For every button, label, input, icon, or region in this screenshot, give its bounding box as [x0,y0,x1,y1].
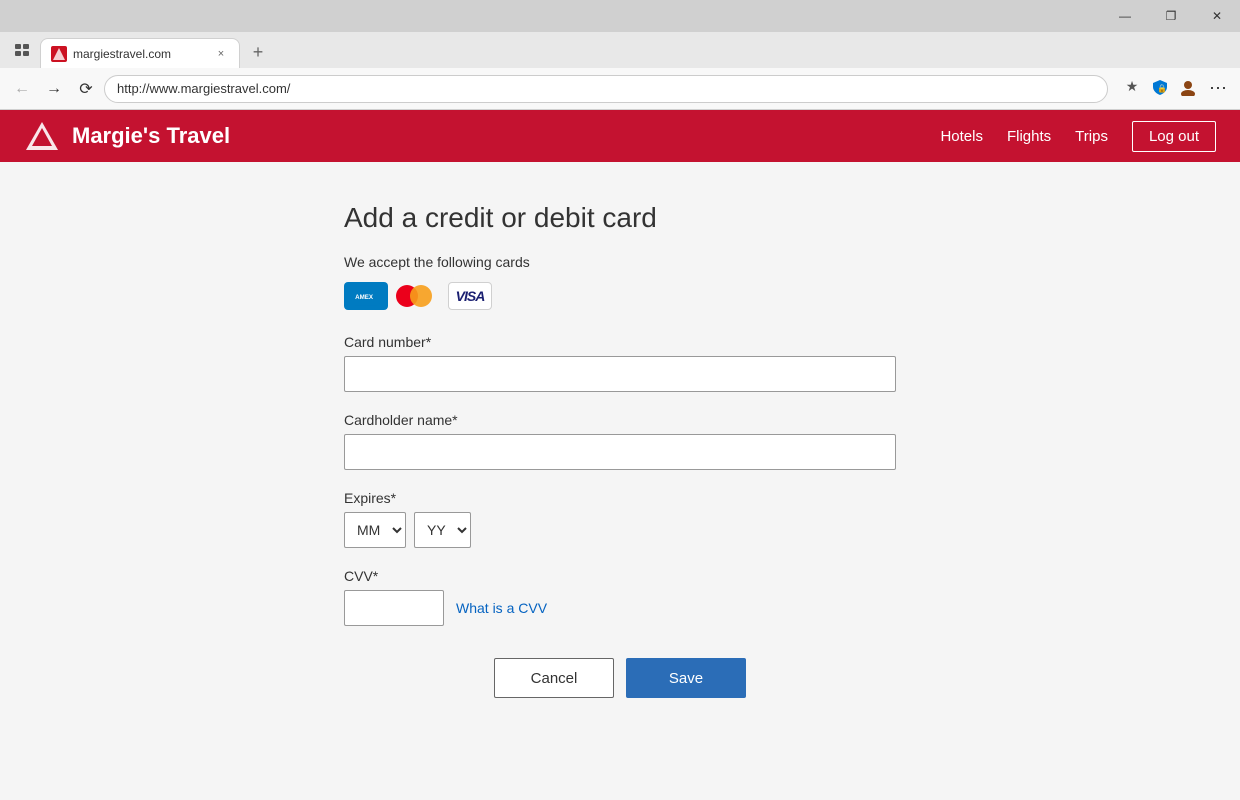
logout-button[interactable]: Log out [1132,121,1216,152]
browser-menu-button[interactable]: ⋯ [1204,75,1232,103]
cvv-label: CVV* [344,568,896,584]
profile-icon[interactable] [1176,75,1200,99]
site-nav: Hotels Flights Trips Log out [940,121,1216,152]
cardholder-name-input[interactable] [344,434,896,470]
nav-trips[interactable]: Trips [1075,128,1108,145]
form-container: Add a credit or debit card We accept the… [320,202,920,698]
site-logo: Margie's Travel [24,118,230,154]
amex-icon: AMEX [344,282,388,310]
address-text: http://www.margiestravel.com/ [117,81,290,96]
cardholder-name-label: Cardholder name* [344,412,896,428]
cvv-input[interactable] [344,590,444,626]
nav-flights[interactable]: Flights [1007,128,1051,145]
address-bar-icons: ★ 🔒 ⋯ [1120,75,1232,103]
maximize-button[interactable]: ❐ [1148,0,1194,32]
what-is-cvv-link[interactable]: What is a CVV [456,600,547,616]
cancel-button[interactable]: Cancel [494,658,614,698]
shield-icon[interactable]: 🔒 [1148,75,1172,99]
expires-row: MM 010203 040506 070809 101112 YY 242526… [344,512,896,548]
visa-icon: VISA [448,282,492,310]
refresh-button[interactable]: ⟳ [72,75,100,103]
card-number-field: Card number* [344,334,896,392]
tab-overview-button[interactable] [8,36,36,64]
expires-month-select[interactable]: MM 010203 040506 070809 101112 [344,512,406,548]
cvv-row: What is a CVV [344,590,896,626]
forward-button[interactable]: → [40,75,68,103]
new-tab-button[interactable]: + [244,38,272,66]
card-number-label: Card number* [344,334,896,350]
tab-favicon [51,46,67,62]
card-icons: AMEX VISA [344,282,896,310]
title-bar: — ❐ ✕ [0,0,1240,32]
site-header: Margie's Travel Hotels Flights Trips Log… [0,110,1240,162]
minimize-button[interactable]: — [1102,0,1148,32]
svg-text:AMEX: AMEX [355,294,374,301]
tab-title: margiestravel.com [73,47,207,61]
save-button[interactable]: Save [626,658,746,698]
cvv-field: CVV* What is a CVV [344,568,896,626]
browser-tab[interactable]: margiestravel.com × [40,38,240,68]
card-number-input[interactable] [344,356,896,392]
site-name: Margie's Travel [72,123,230,149]
tab-close-button[interactable]: × [213,46,229,62]
form-title: Add a credit or debit card [344,202,896,234]
close-button[interactable]: ✕ [1194,0,1240,32]
accepted-cards-label: We accept the following cards [344,254,896,270]
favorites-icon[interactable]: ★ [1120,75,1144,99]
window-controls: — ❐ ✕ [1102,0,1240,32]
address-bar[interactable]: http://www.margiestravel.com/ [104,75,1108,103]
back-button[interactable]: ← [8,75,36,103]
tab-bar: margiestravel.com × + [0,32,1240,68]
form-actions: Cancel Save [344,658,896,698]
expires-label: Expires* [344,490,896,506]
nav-hotels[interactable]: Hotels [940,128,983,145]
cardholder-name-field: Cardholder name* [344,412,896,470]
svg-text:🔒: 🔒 [1157,84,1167,93]
browser-nav: ← → ⟳ http://www.margiestravel.com/ ★ 🔒 … [0,68,1240,110]
expires-year-select[interactable]: YY 242526 272829 303132 [414,512,471,548]
mastercard-icon [396,282,440,310]
expires-field: Expires* MM 010203 040506 070809 101112 … [344,490,896,548]
page-content: Margie's Travel Hotels Flights Trips Log… [0,110,1240,800]
